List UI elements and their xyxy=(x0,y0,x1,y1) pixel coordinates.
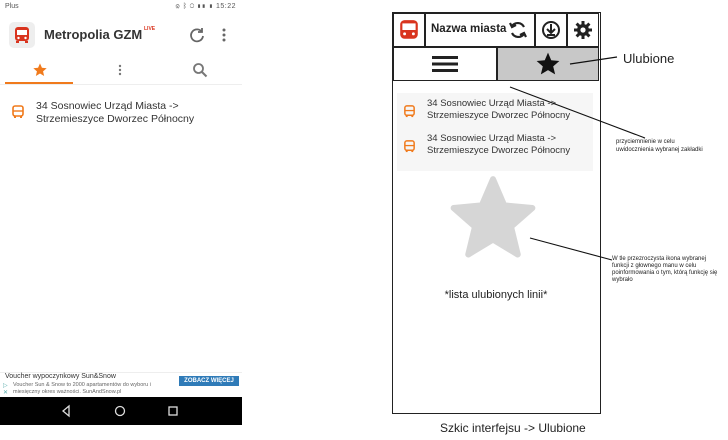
ad-close-icon[interactable]: ✕ xyxy=(3,389,8,396)
app-title: Metropolia GZM xyxy=(44,27,143,42)
favorites-list: 34 Sosnowiec Urząd Miasta -> Strzemieszy… xyxy=(0,96,242,130)
ad-play-icon: ▷ xyxy=(3,383,8,389)
favorites-list-caption: *lista ulubionych linii* xyxy=(444,289,548,301)
sketch-download-button[interactable] xyxy=(535,13,567,47)
route-line-1: 34 Sosnowiec Urząd Miasta -> xyxy=(427,133,557,144)
more-vertical-icon xyxy=(118,64,122,76)
list-item[interactable]: 34 Sosnowiec Urząd Miasta -> Strzemieszy… xyxy=(397,95,593,129)
ad-title: Voucher wypoczynkowy Sun&Snow xyxy=(5,373,116,380)
sketch-tab-menu[interactable] xyxy=(393,47,497,81)
list-item[interactable]: 34 Sosnowiec Urząd Miasta -> Strzemieszy… xyxy=(397,130,593,164)
android-nav-bar xyxy=(0,397,242,425)
route-line-2: Strzemieszyce Dworzec Północny xyxy=(427,110,571,121)
ad-text: Voucher Sun & Snow to 2000 apartamentów … xyxy=(13,382,151,395)
route-label: 34 Sosnowiec Urząd Miasta -> Strzemieszy… xyxy=(427,133,570,157)
route-label: 34 Sosnowiec Urząd Miasta -> Strzemieszy… xyxy=(36,100,236,126)
sketch-tabs xyxy=(393,47,599,81)
tab-menu[interactable] xyxy=(80,56,160,84)
callout-favorites: Ulubione xyxy=(623,51,675,66)
status-icons: ⚙ ᛒ ◯ ▮▮ ▮ 15:22 xyxy=(175,3,236,10)
recent-apps-icon[interactable] xyxy=(166,404,180,418)
gear-icon xyxy=(574,21,592,39)
search-icon xyxy=(193,63,208,78)
ad-banner[interactable]: Voucher wypoczynkowy Sun&Snow ▷ ✕ Vouche… xyxy=(0,372,242,396)
bus-icon xyxy=(404,105,415,118)
tab-divider xyxy=(0,84,242,85)
tab-search[interactable] xyxy=(160,56,240,84)
background-star-icon xyxy=(450,176,536,258)
ad-cta-button[interactable]: ZOBACZ WIĘCEJ xyxy=(179,376,239,386)
overflow-menu-button[interactable] xyxy=(219,26,229,44)
swap-icon xyxy=(509,21,527,39)
callout-background-icon: W tle przezroczysta ikona wybranej funkc… xyxy=(612,256,718,283)
home-icon[interactable] xyxy=(113,404,127,418)
more-vertical-icon xyxy=(222,28,226,42)
bus-icon xyxy=(404,140,415,153)
sketch-header: Nazwa miasta xyxy=(393,13,599,47)
star-icon xyxy=(33,63,47,76)
sketch-caption: Szkic interfejsu -> Ulubione xyxy=(440,421,586,435)
back-icon[interactable] xyxy=(59,404,73,418)
ui-sketch: Nazwa miasta 34 Sosnowiec Urząd Miasta -… xyxy=(392,12,601,414)
refresh-button[interactable] xyxy=(188,26,206,44)
status-bar: Plus ⚙ ᛒ ◯ ▮▮ ▮ 15:22 xyxy=(0,0,242,14)
download-icon xyxy=(542,21,560,39)
tab-favorites[interactable] xyxy=(0,56,80,84)
bus-logo-icon xyxy=(400,20,418,39)
refresh-icon xyxy=(190,28,204,43)
tab-bar xyxy=(0,56,242,86)
sketch-city-box[interactable]: Nazwa miasta xyxy=(425,13,535,47)
sketch-favorites-list: 34 Sosnowiec Urząd Miasta -> Strzemieszy… xyxy=(397,93,593,171)
route-line-2: Strzemieszyce Dworzec Północny xyxy=(36,113,195,125)
bus-icon xyxy=(12,105,24,118)
route-line-1: 34 Sosnowiec Urząd Miasta -> xyxy=(427,98,557,109)
live-badge: LIVE xyxy=(144,26,156,32)
city-name: Nazwa miasta xyxy=(431,23,507,35)
list-item[interactable]: 34 Sosnowiec Urząd Miasta -> Strzemieszy… xyxy=(0,96,242,130)
sketch-logo xyxy=(393,13,425,47)
phone-screenshot: Plus ⚙ ᛒ ◯ ▮▮ ▮ 15:22 Metropolia GZM LIV… xyxy=(0,0,242,425)
carrier-label: Plus xyxy=(5,3,19,10)
route-label: 34 Sosnowiec Urząd Miasta -> Strzemieszy… xyxy=(427,98,570,122)
sketch-settings-button[interactable] xyxy=(567,13,599,47)
star-icon xyxy=(536,52,560,75)
route-line-1: 34 Sosnowiec Urząd Miasta -> xyxy=(36,100,179,112)
app-bar: Metropolia GZM LIVE xyxy=(0,16,242,54)
hamburger-icon xyxy=(432,56,458,72)
app-logo-bus-icon xyxy=(9,22,35,48)
sketch-tab-favorites[interactable] xyxy=(497,47,599,81)
callout-shading: przyciemnienie w celu uwidocznienia wybr… xyxy=(616,139,703,153)
route-line-2: Strzemieszyce Dworzec Północny xyxy=(427,145,571,156)
